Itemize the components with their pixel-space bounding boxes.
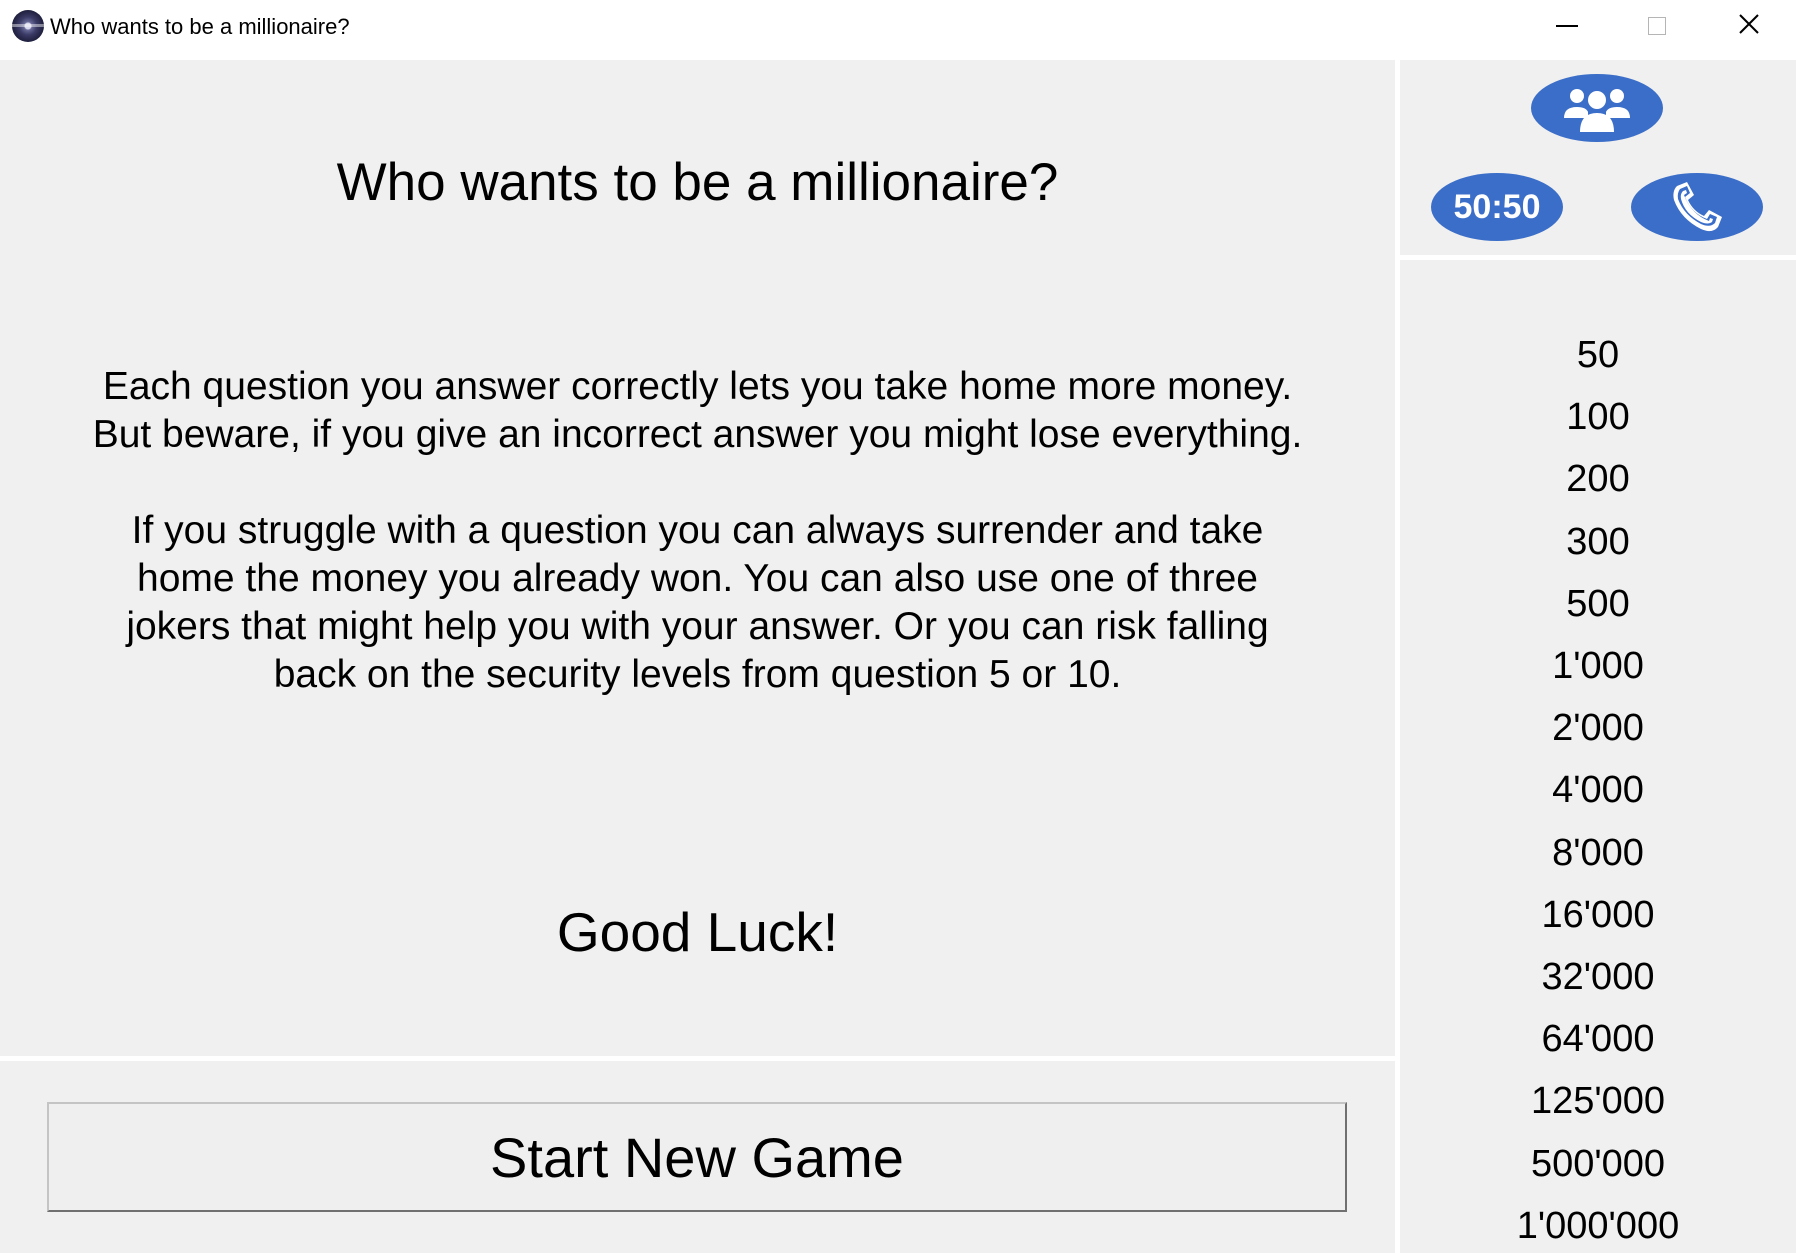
rules-paragraph: If you struggle with a question you can …	[126, 509, 1269, 696]
prize-level: 1'000'000	[1516, 1204, 1680, 1247]
action-panel: Start New Game	[0, 1061, 1395, 1253]
minimize-button[interactable]	[1522, 0, 1612, 52]
title-bar: Who wants to be a millionaire?	[0, 0, 1796, 60]
intro-panel: Who wants to be a millionaire? Each ques…	[0, 60, 1395, 1056]
lifelines-panel: 50:50	[1400, 60, 1796, 255]
prize-ladder: 50 100 200 300 500 1'000 2'000 4'000 8'000 16'000…	[1400, 260, 1796, 1253]
prize-level: 50	[1576, 334, 1620, 376]
prize-level: 125'000	[1530, 1080, 1666, 1123]
rules-text: Each question you answer correctly lets …	[90, 363, 1305, 747]
prize-level: 500	[1566, 582, 1630, 625]
window-title: Who wants to be a millionaire?	[50, 14, 350, 39]
prize-level: 500'000	[1530, 1142, 1666, 1185]
phone-a-friend-button[interactable]	[1631, 173, 1763, 241]
prize-level: 4'000	[1552, 769, 1644, 812]
maximize-button[interactable]	[1612, 0, 1702, 52]
ask-audience-button[interactable]	[1531, 74, 1663, 142]
fifty-fifty-icon: 50:50	[1453, 187, 1541, 226]
fifty-fifty-button[interactable]: 50:50	[1431, 173, 1563, 241]
prize-level: 2'000	[1552, 707, 1644, 750]
app-logo-icon	[12, 10, 44, 42]
rules-paragraph: Each question you answer correctly lets …	[92, 365, 1303, 456]
prize-level: 1'000	[1552, 645, 1644, 687]
prize-level: 300	[1566, 520, 1630, 563]
phone-icon	[1673, 182, 1722, 232]
prize-level: 200	[1566, 458, 1630, 501]
good-luck-text: Good Luck!	[556, 901, 839, 963]
prize-level: 32'000	[1541, 956, 1655, 998]
audience-icon	[1564, 89, 1630, 132]
close-button[interactable]	[1706, 0, 1796, 52]
prize-level: 16'000	[1541, 893, 1655, 936]
close-icon	[1739, 14, 1759, 34]
prize-level: 100	[1566, 396, 1630, 439]
prize-level: 8'000	[1552, 831, 1644, 874]
prize-level: 64'000	[1541, 1018, 1655, 1061]
start-new-game-button[interactable]: Start New Game	[47, 1102, 1347, 1212]
game-title: Who wants to be a millionaire?	[336, 153, 1059, 212]
